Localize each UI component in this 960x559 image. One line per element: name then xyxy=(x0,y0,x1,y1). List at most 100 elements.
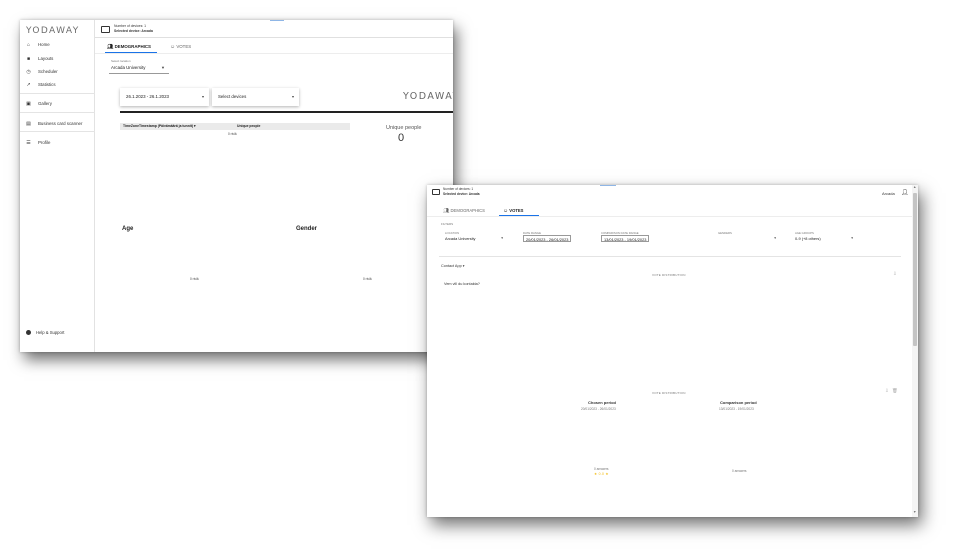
tab-demographics[interactable]: 👥︎ DEMOGRAPHICS xyxy=(443,205,487,216)
scroll-up-icon[interactable]: ▲ xyxy=(913,185,916,189)
column-timestamp[interactable]: TimeZoneTimestamp (Päivämäärä ja tunnit)… xyxy=(123,123,196,130)
device-info: Number of devices: 1 Selected device: Ar… xyxy=(443,187,480,196)
chevron-down-icon: ▾ xyxy=(501,236,503,240)
people-icon: 👥︎ xyxy=(107,44,114,50)
age-groups-value: 0-9 (+8 others) xyxy=(795,236,821,241)
age-title: Age xyxy=(122,226,134,232)
tab-votes[interactable]: ☺ VOTES xyxy=(499,205,539,216)
column-unique-people[interactable]: Unique people xyxy=(237,123,260,130)
tab-label: VOTES xyxy=(176,44,192,49)
location-label: Select location xyxy=(111,59,131,63)
chosen-period-title: Chosen period xyxy=(588,400,617,405)
selected-device: Selected device: Arcada xyxy=(114,29,153,33)
demographics-window: YODAWAY ⌂ Home ■ Layouts ◷ Scheduler ↗ S… xyxy=(20,20,453,352)
device-select[interactable]: Select devices ▾ xyxy=(212,88,299,106)
tab-label: VOTES xyxy=(509,208,524,213)
devices-icon xyxy=(101,26,110,33)
tab-label: DEMOGRAPHICS xyxy=(114,44,151,49)
filters-divider xyxy=(439,256,901,257)
app-select-value: Contact App xyxy=(441,264,462,268)
tab-votes[interactable]: ☺ VOTES xyxy=(170,41,204,53)
unique-people-label: Unique people xyxy=(386,125,422,131)
top-bar: Number of devices: 1 Selected device: Ar… xyxy=(95,20,453,38)
delete-icon[interactable]: 🗑︎ xyxy=(892,388,898,394)
vote-distribution-caption: VOTE DISTRIBUTION xyxy=(652,273,686,277)
selected-device: Selected device: Arcada xyxy=(443,191,480,196)
app-logo: YODAWAY xyxy=(26,26,80,36)
people-icon: 👥︎ xyxy=(443,208,450,214)
gender-title: Gender xyxy=(296,226,318,232)
date-range-value: 26.1.2023 - 26.1.2023 xyxy=(126,94,169,99)
account-icon[interactable]: 👤︎ xyxy=(901,189,909,196)
sidebar-item-business-card-scanner[interactable]: ▤ Business card scanner xyxy=(20,118,95,129)
chevron-down-icon: ▾ xyxy=(462,264,465,268)
help-icon xyxy=(26,330,31,336)
tab-underline xyxy=(427,216,912,217)
sidebar-item-scheduler[interactable]: ◷ Scheduler xyxy=(20,66,95,77)
age-empty-text: 0 riviä xyxy=(190,277,199,281)
filters-label: FILTERS xyxy=(441,222,454,226)
location-select[interactable]: Select location Arcada University ▼ xyxy=(109,59,169,74)
comparison-period-dates: 13/01/2023 - 19/01/2023 xyxy=(719,407,754,411)
comparison-date-range-value: 13/01/2023 - 19/01/2023 xyxy=(601,235,650,242)
chosen-period-dates: 20/01/2023 - 26/01/2023 xyxy=(581,407,616,411)
devices-icon xyxy=(432,189,440,195)
question-text: Vem vill du kontakta? xyxy=(444,282,480,286)
loading-indicator xyxy=(600,185,616,186)
age-groups-select[interactable]: AGE GROUPS 0-9 (+8 others) ▾ xyxy=(793,231,855,245)
vote-distribution-caption: VOTE DISTRIBUTION xyxy=(652,391,686,395)
sidebar-item-statistics[interactable]: ↗ Statistics xyxy=(20,79,95,90)
date-range-value: 20/01/2023 - 26/01/2023 xyxy=(523,235,572,242)
location-value: Arcada University xyxy=(111,65,146,70)
loading-indicator xyxy=(270,20,284,21)
tab-demographics[interactable]: 👥︎ DEMOGRAPHICS xyxy=(105,41,157,53)
sidebar-divider xyxy=(20,131,95,132)
help-label: Help & Support xyxy=(36,330,65,335)
sidebar-item-label: Scheduler xyxy=(38,69,58,74)
scroll-down-icon[interactable]: ▼ xyxy=(913,510,916,514)
chevron-down-icon: ▾ xyxy=(201,94,204,99)
genders-label: GENDERS xyxy=(718,231,732,235)
scrollbar[interactable]: ▲ ▼ xyxy=(912,185,918,517)
sidebar-item-home[interactable]: ⌂ Home xyxy=(20,39,95,50)
chevron-down-icon: ▾ xyxy=(774,236,776,240)
tab-underline xyxy=(95,53,453,54)
unique-people-value: 0 xyxy=(398,132,405,144)
votes-window: Number of devices: 1 Selected device: Ar… xyxy=(427,185,918,517)
sidebar-divider xyxy=(20,93,95,94)
sidebar-item-label: Business card scanner xyxy=(38,121,83,126)
app-select[interactable]: Contact App ▾ xyxy=(441,264,464,268)
sidebar-item-label: Gallery xyxy=(38,101,52,106)
top-bar: Number of devices: 1 Selected device: Ar… xyxy=(427,185,918,201)
download-icon[interactable]: ⇩ xyxy=(885,388,889,394)
sidebar-item-profile[interactable]: ☰ Profile xyxy=(20,137,95,148)
genders-select[interactable]: GENDERS ▾ xyxy=(716,231,778,245)
smiley-icon: ☺ xyxy=(503,208,509,214)
help-support-link[interactable]: Help & Support xyxy=(26,330,65,336)
sidebar-item-label: Home xyxy=(38,42,50,47)
date-range-field[interactable]: DATE RANGE 20/01/2023 - 26/01/2023 xyxy=(521,231,581,245)
table-header: TimeZoneTimestamp (Päivämäärä ja tunnit)… xyxy=(120,123,350,130)
profile-icon: ☰ xyxy=(26,139,31,146)
tab-label: DEMOGRAPHICS xyxy=(450,208,485,213)
comparison-date-range-field[interactable]: COMPARISON DATE RANGE 13/01/2023 - 19/01… xyxy=(599,231,669,245)
brand-logo: YODAWAY xyxy=(403,91,453,102)
sidebar-item-gallery[interactable]: ▣ Gallery xyxy=(20,98,95,109)
smiley-icon: ☺ xyxy=(170,44,176,50)
user-name[interactable]: Arcada xyxy=(882,191,895,196)
section-rule xyxy=(120,111,453,113)
layouts-icon: ■ xyxy=(26,55,31,62)
location-select[interactable]: LOCATION Arcada University ▾ xyxy=(443,231,505,245)
gallery-icon: ▣ xyxy=(26,100,31,107)
chosen-rating: ★ 0.0 ★ xyxy=(594,472,609,476)
sidebar: YODAWAY ⌂ Home ■ Layouts ◷ Scheduler ↗ S… xyxy=(20,20,95,352)
date-range-picker[interactable]: 26.1.2023 - 26.1.2023 ▾ xyxy=(120,88,209,106)
sidebar-item-label: Statistics xyxy=(38,82,56,87)
scrollbar-thumb[interactable] xyxy=(913,193,917,346)
home-icon: ⌂ xyxy=(26,41,31,48)
download-icon[interactable]: ⇩ xyxy=(893,271,897,277)
gender-empty-text: 0 riviä xyxy=(363,277,372,281)
sidebar-item-layouts[interactable]: ■ Layouts xyxy=(20,53,95,64)
comparison-answers-count: 0 answers xyxy=(732,469,747,473)
chevron-down-icon: ▾ xyxy=(851,236,853,240)
